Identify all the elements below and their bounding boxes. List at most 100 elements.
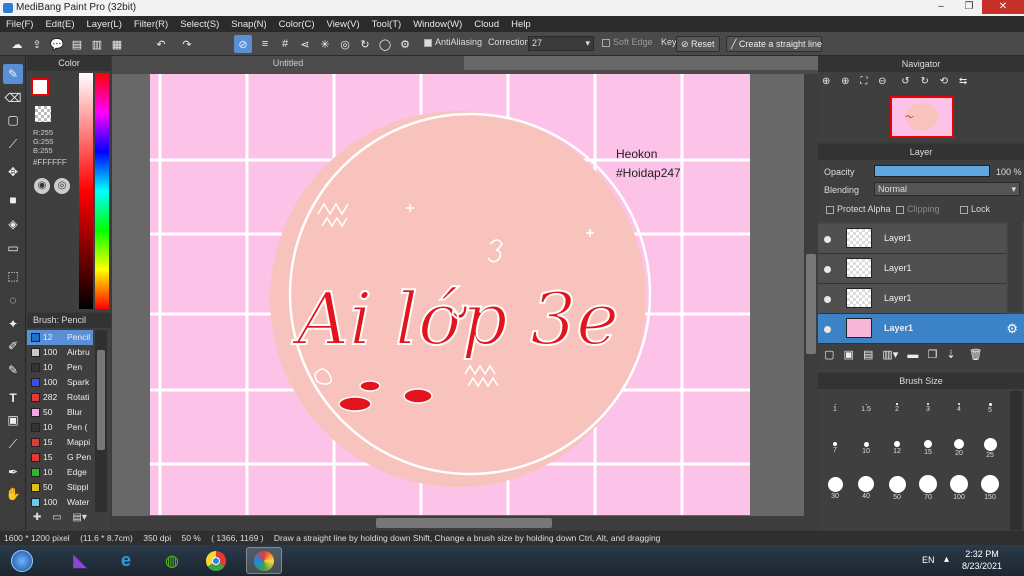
cloud-icon[interactable]: ☁: [8, 35, 26, 53]
foreground-color-swatch[interactable]: [31, 78, 49, 96]
language-indicator[interactable]: EN: [922, 555, 935, 565]
brush-item[interactable]: 10 Pen: [27, 360, 93, 375]
color-settings-icon[interactable]: ◎: [54, 178, 70, 194]
visual-studio-icon[interactable]: ◣: [62, 547, 98, 574]
menu-color[interactable]: Color(C): [273, 19, 321, 30]
close-button[interactable]: ✕: [982, 0, 1024, 14]
brush-size-scrollbar[interactable]: [1010, 391, 1022, 530]
duplicate-layer-icon[interactable]: ❐: [927, 349, 937, 361]
radial-snap-icon[interactable]: ✳: [316, 35, 334, 53]
eraser-tool-icon[interactable]: ⌫: [3, 88, 23, 108]
bucket-tool-icon[interactable]: ◈: [3, 214, 23, 234]
menu-layer[interactable]: Layer(L): [81, 19, 128, 30]
layer-row[interactable]: Layer1: [818, 284, 1006, 314]
zoom-out-icon[interactable]: ⊖: [878, 76, 886, 87]
protect-alpha-toggle[interactable]: Protect Alpha: [826, 204, 891, 214]
menu-view[interactable]: View(V): [321, 19, 366, 30]
menu-file[interactable]: File(F): [0, 19, 39, 30]
brush-item[interactable]: 10 Edge: [27, 465, 93, 480]
select-eraser-tool-icon[interactable]: ✎: [3, 360, 23, 380]
brush-size-option[interactable]: 40: [851, 473, 881, 503]
rotate-right-icon[interactable]: ↻: [920, 76, 928, 87]
comment-icon[interactable]: 💬: [48, 35, 66, 53]
soft-edge-checkbox[interactable]: [602, 38, 610, 47]
brush-size-option[interactable]: 100: [944, 473, 974, 503]
lock-toggle[interactable]: Lock: [960, 204, 990, 214]
settings-doc-icon[interactable]: ▦: [108, 35, 126, 53]
menu-help[interactable]: Help: [505, 19, 537, 30]
brush-item[interactable]: 15 Mappi: [27, 435, 93, 450]
brush-size-option[interactable]: 2: [882, 393, 912, 423]
new-layer-icon[interactable]: ▢: [824, 349, 834, 361]
gear-icon[interactable]: ⚙: [1006, 321, 1018, 337]
layer-menu-icon[interactable]: ▥▾: [882, 349, 898, 361]
straight-line-button[interactable]: ╱ Create a straight line: [726, 36, 822, 52]
lock-checkbox[interactable]: [960, 205, 968, 214]
brush-item[interactable]: 100 Airbru: [27, 345, 93, 360]
brush-item[interactable]: 15 G Pen: [27, 450, 93, 465]
merge-down-icon[interactable]: ⇣: [946, 349, 955, 361]
layer-row-selected[interactable]: Layer1 ⚙: [818, 314, 1024, 344]
medibang-taskbar-icon[interactable]: [246, 547, 282, 574]
reset-rotation-icon[interactable]: ⟲: [940, 76, 948, 87]
menu-tool[interactable]: Tool(T): [366, 19, 408, 30]
menu-filter[interactable]: Filter(R): [128, 19, 174, 30]
brush-item[interactable]: 12 Pencil: [27, 330, 93, 345]
vertical-scroll-thumb[interactable]: [806, 254, 816, 354]
fill-rect-tool-icon[interactable]: ■: [3, 190, 23, 210]
horizontal-scroll-thumb[interactable]: [376, 518, 552, 528]
clock[interactable]: 2:32 PM 8/23/2021: [962, 548, 1002, 572]
canvas-vertical-scrollbar[interactable]: [804, 74, 818, 516]
correction-select[interactable]: 27 ▾: [528, 36, 594, 51]
flip-icon[interactable]: ⇆: [959, 76, 967, 87]
pen-tool-icon[interactable]: ✒: [3, 462, 23, 482]
eyedropper-tool-icon[interactable]: ⟋: [3, 434, 23, 454]
antialiasing-checkbox[interactable]: [424, 38, 432, 47]
magic-wand-tool-icon[interactable]: ✦: [3, 314, 23, 334]
brush-size-option[interactable]: 3: [913, 393, 943, 423]
brush-list-scrollbar[interactable]: [95, 330, 107, 512]
menu-snap[interactable]: Snap(N): [225, 19, 272, 30]
brush-size-option[interactable]: 20: [944, 433, 974, 463]
message-icon[interactable]: ▤: [68, 35, 86, 53]
menu-select[interactable]: Select(S): [174, 19, 225, 30]
brush-item[interactable]: 100 Spark: [27, 375, 93, 390]
internet-explorer-icon[interactable]: e: [108, 547, 144, 574]
select-tool-icon[interactable]: ⬚: [3, 266, 23, 286]
layer-row[interactable]: Layer1: [818, 254, 1006, 284]
line-tool-icon[interactable]: ⟋: [3, 134, 23, 154]
antialiasing-toggle[interactable]: AntiAliasing: [424, 37, 482, 47]
perspective-snap-icon[interactable]: ⋖: [296, 35, 314, 53]
brush-size-option[interactable]: 70: [913, 473, 943, 503]
select-pen-tool-icon[interactable]: ✐: [3, 336, 23, 356]
brush-size-option[interactable]: 15: [913, 433, 943, 463]
trash-icon[interactable]: 🗑: [969, 349, 983, 361]
layer-row[interactable]: Layer1: [818, 224, 1006, 254]
brush-size-option[interactable]: 10: [851, 433, 881, 463]
divide-tool-icon[interactable]: ▣: [3, 410, 23, 430]
new-halftone-layer-icon[interactable]: ▣: [843, 349, 853, 361]
parallel-snap-icon[interactable]: ≡: [256, 35, 274, 53]
move-tool-icon[interactable]: ✥: [3, 162, 23, 182]
grid-snap-icon[interactable]: #: [276, 35, 294, 53]
brush-item[interactable]: 100 Water: [27, 495, 93, 510]
eye-icon[interactable]: [824, 296, 831, 303]
add-brush-icon[interactable]: ✚: [33, 512, 41, 523]
brush-item[interactable]: 50 Stippl: [27, 480, 93, 495]
drawing-canvas[interactable]: Ai lớp 3e Heokon #Hoidap247: [150, 74, 750, 515]
circle-snap-icon[interactable]: ◎: [336, 35, 354, 53]
menu-window[interactable]: Window(W): [407, 19, 468, 30]
brush-size-option[interactable]: 150: [975, 473, 1005, 503]
new-brush-icon[interactable]: ▭: [52, 512, 61, 523]
protect-alpha-checkbox[interactable]: [826, 205, 834, 214]
eye-icon[interactable]: [824, 266, 831, 273]
hue-slider[interactable]: [95, 73, 109, 309]
actual-size-icon[interactable]: ⛶: [860, 76, 867, 87]
brightness-slider[interactable]: [79, 73, 93, 309]
opacity-slider[interactable]: [874, 165, 990, 177]
brush-size-option[interactable]: 7: [820, 433, 850, 463]
snap-settings-icon[interactable]: ⚙: [396, 35, 414, 53]
folder-icon[interactable]: ▬: [907, 349, 918, 361]
tray-expand-icon[interactable]: ▴: [944, 554, 949, 565]
menu-cloud[interactable]: Cloud: [468, 19, 505, 30]
